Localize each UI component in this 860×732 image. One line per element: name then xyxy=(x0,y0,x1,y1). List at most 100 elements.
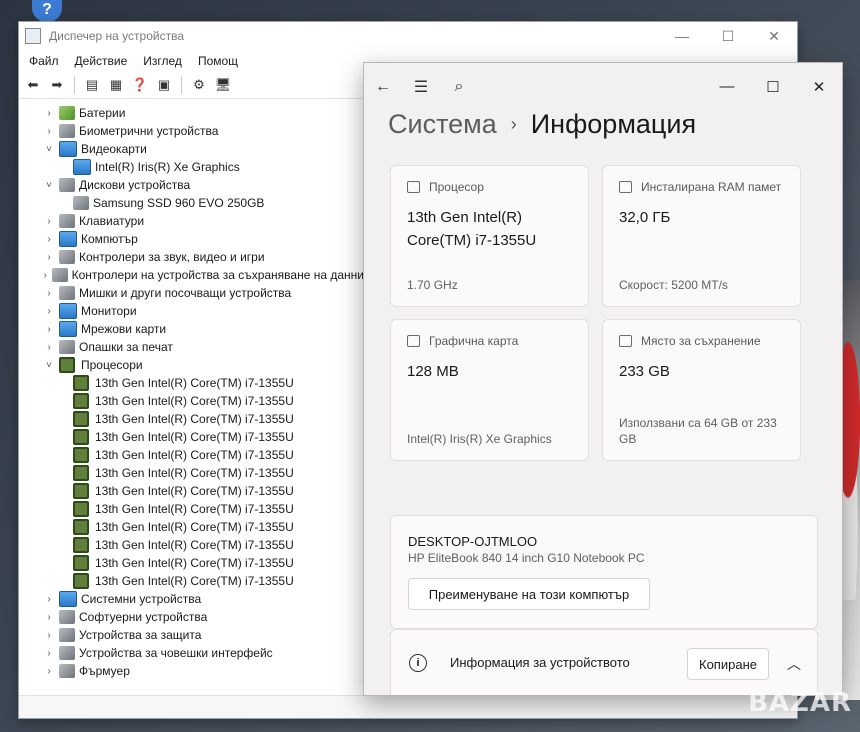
chevron-right-icon[interactable]: › xyxy=(41,666,57,677)
processor-icon xyxy=(73,447,89,463)
tree-item[interactable]: 13th Gen Intel(R) Core(TM) i7-1355U xyxy=(19,554,364,572)
chevron-down-icon[interactable]: ˅ xyxy=(41,180,57,191)
tree-item[interactable]: › Устройства за човешки интерфейс xyxy=(19,644,364,662)
tree-item[interactable]: 13th Gen Intel(R) Core(TM) i7-1355U xyxy=(19,374,364,392)
chevron-right-icon[interactable]: › xyxy=(41,270,50,281)
minimize-button[interactable]: — xyxy=(659,28,705,45)
forward-arrow-icon[interactable]: ➡ xyxy=(47,76,67,94)
maximize-button[interactable]: ☐ xyxy=(750,78,796,96)
chevron-right-icon[interactable]: › xyxy=(41,612,57,623)
menu-help[interactable]: Помощ xyxy=(190,54,246,68)
properties-icon[interactable]: ▤ xyxy=(82,76,102,94)
gpu-name: Intel(R) Iris(R) Xe Graphics xyxy=(407,432,552,446)
chevron-right-icon[interactable]: › xyxy=(41,252,57,263)
tree-item-label: Клавиатури xyxy=(79,214,145,228)
tree-item-label: 13th Gen Intel(R) Core(TM) i7-1355U xyxy=(95,448,294,462)
tree-item[interactable]: ˅ Видеокарти xyxy=(19,140,364,158)
chevron-right-icon[interactable]: › xyxy=(41,216,57,227)
tree-item[interactable]: › Опашки за печат xyxy=(19,338,364,356)
copy-button[interactable]: Копиране xyxy=(687,648,769,680)
chevron-right-icon[interactable]: › xyxy=(41,288,57,299)
menu-view[interactable]: Изглед xyxy=(135,54,190,68)
tree-item[interactable]: › Софтуерни устройства xyxy=(19,608,364,626)
ram-icon xyxy=(619,181,632,193)
chevron-right-icon[interactable]: › xyxy=(41,648,57,659)
tree-item-label: 13th Gen Intel(R) Core(TM) i7-1355U xyxy=(95,502,294,516)
disk-drive-icon xyxy=(73,196,89,210)
chevron-right-icon[interactable]: › xyxy=(41,126,57,137)
tree-item[interactable]: › Клавиатури xyxy=(19,212,364,230)
tree-item[interactable]: 13th Gen Intel(R) Core(TM) i7-1355U xyxy=(19,464,364,482)
rename-pc-button[interactable]: Преименуване на този компютър xyxy=(408,578,650,610)
tree-item[interactable]: › Устройства за защита xyxy=(19,626,364,644)
tree-item[interactable]: 13th Gen Intel(R) Core(TM) i7-1355U xyxy=(19,500,364,518)
tree-item[interactable]: 13th Gen Intel(R) Core(TM) i7-1355U xyxy=(19,572,364,590)
tree-item[interactable]: › Фърмуер xyxy=(19,662,364,680)
device-manager-titlebar: Диспечер на устройства — ☐ ✕ xyxy=(19,22,797,50)
chevron-right-icon[interactable]: › xyxy=(41,306,57,317)
tree-item-label: Контролери за звук, видео и игри xyxy=(79,250,265,264)
back-arrow-icon[interactable]: ⬅ xyxy=(23,76,43,94)
tree-item[interactable]: 13th Gen Intel(R) Core(TM) i7-1355U xyxy=(19,482,364,500)
tree-item[interactable]: 13th Gen Intel(R) Core(TM) i7-1355U xyxy=(19,518,364,536)
gpu-icon xyxy=(407,335,420,347)
chevron-up-icon[interactable]: ︿ xyxy=(787,654,801,674)
storage-controller-icon xyxy=(51,268,68,282)
update-driver-icon[interactable]: ▣ xyxy=(154,76,174,94)
maximize-button[interactable]: ☐ xyxy=(705,28,751,45)
chevron-right-icon[interactable]: › xyxy=(41,630,57,641)
tree-item[interactable]: 13th Gen Intel(R) Core(TM) i7-1355U xyxy=(19,536,364,554)
chevron-right-icon[interactable]: › xyxy=(41,108,57,119)
menu-action[interactable]: Действие xyxy=(67,54,136,68)
firmware-icon xyxy=(59,664,75,678)
bazar-watermark: BAZAR xyxy=(748,688,852,718)
processor-speed: 1.70 GHz xyxy=(407,278,458,292)
tree-item-label: Компютър xyxy=(81,232,138,246)
tree-item[interactable]: › Мишки и други посочващи устройства xyxy=(19,284,364,302)
search-icon[interactable]: ⌕ xyxy=(440,78,478,96)
mouse-icon xyxy=(59,286,75,300)
tree-item[interactable]: ˅ Дискови устройства xyxy=(19,176,364,194)
close-button[interactable]: ✕ xyxy=(796,78,842,96)
chevron-down-icon[interactable]: ˅ xyxy=(41,144,57,155)
tree-item[interactable]: 13th Gen Intel(R) Core(TM) i7-1355U xyxy=(19,392,364,410)
device-manager-app-icon xyxy=(25,28,41,44)
chevron-right-icon[interactable]: › xyxy=(41,324,57,335)
back-icon[interactable]: ← xyxy=(364,78,402,96)
tree-item[interactable]: Intel(R) Iris(R) Xe Graphics xyxy=(19,158,364,176)
battery-icon xyxy=(59,106,75,120)
processor-icon xyxy=(73,573,89,589)
menu-file[interactable]: Файл xyxy=(21,54,67,68)
tree-item[interactable]: › Системни устройства xyxy=(19,590,364,608)
tree-item[interactable]: › Компютър xyxy=(19,230,364,248)
scan-hardware-icon[interactable]: ⚙ xyxy=(189,76,209,94)
help-icon[interactable]: ❓ xyxy=(130,76,150,94)
help-desktop-icon[interactable]: ? xyxy=(32,0,62,22)
chevron-right-icon[interactable]: › xyxy=(41,342,57,353)
close-button[interactable]: ✕ xyxy=(751,28,797,45)
minimize-button[interactable]: — xyxy=(704,78,750,96)
breadcrumb-parent[interactable]: Система xyxy=(388,109,497,140)
menu-icon[interactable]: ☰ xyxy=(402,77,440,97)
tree-item[interactable]: › Мрежови карти xyxy=(19,320,364,338)
tree-item[interactable]: 13th Gen Intel(R) Core(TM) i7-1355U xyxy=(19,410,364,428)
details-icon[interactable]: ▦ xyxy=(106,76,126,94)
monitor-scan-icon[interactable]: 🖥 xyxy=(213,76,233,94)
tree-item[interactable]: › Биометрични устройства xyxy=(19,122,364,140)
device-info-card[interactable]: i Информация за устройството Копиране ︿ xyxy=(390,629,818,695)
chevron-right-icon[interactable]: › xyxy=(41,234,57,245)
tree-item[interactable]: › Монитори xyxy=(19,302,364,320)
system-devices-icon xyxy=(59,591,77,607)
tree-item[interactable]: ˅ Процесори xyxy=(19,356,364,374)
chevron-down-icon[interactable]: ˅ xyxy=(41,360,57,371)
tree-item[interactable]: 13th Gen Intel(R) Core(TM) i7-1355U xyxy=(19,428,364,446)
chevron-right-icon[interactable]: › xyxy=(41,594,57,605)
tree-item[interactable]: › Контролери за звук, видео и игри xyxy=(19,248,364,266)
settings-titlebar: ← ☰ ⌕ — ☐ ✕ xyxy=(364,63,842,111)
tree-item-label: Монитори xyxy=(81,304,137,318)
tree-item[interactable]: › Батерии xyxy=(19,104,364,122)
tree-item[interactable]: Samsung SSD 960 EVO 250GB xyxy=(19,194,364,212)
tree-item[interactable]: › Контролери на устройства за съхраняване… xyxy=(19,266,364,284)
tree-item-label: Процесори xyxy=(81,358,143,372)
tree-item[interactable]: 13th Gen Intel(R) Core(TM) i7-1355U xyxy=(19,446,364,464)
